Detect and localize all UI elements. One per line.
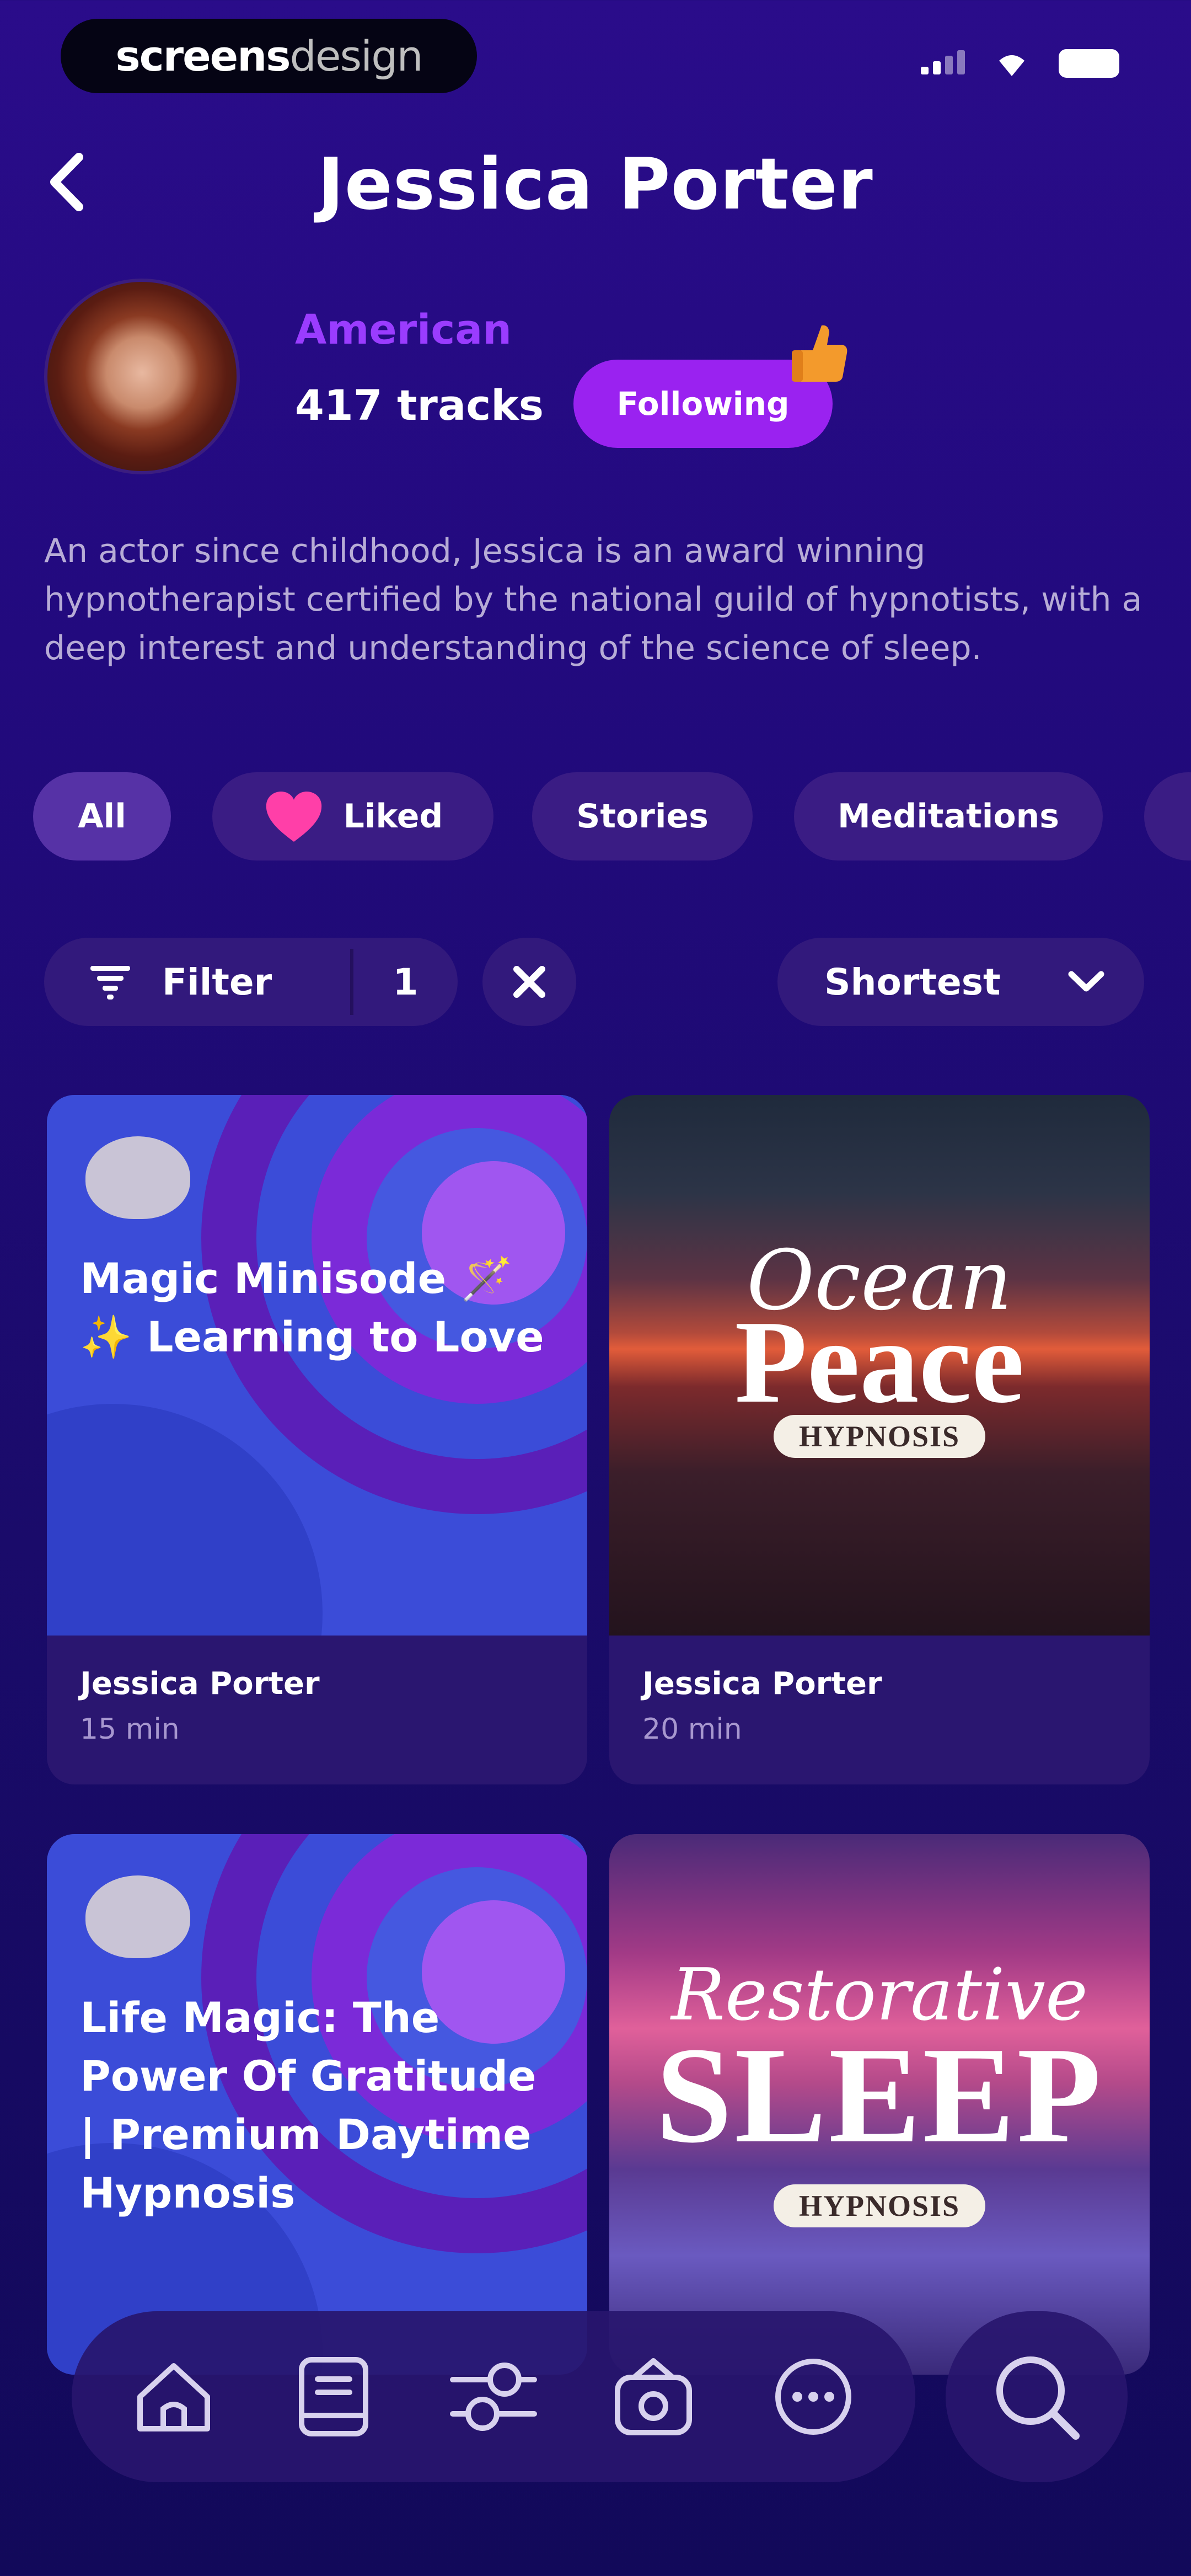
nav-more[interactable] — [761, 2344, 866, 2449]
radio-icon — [615, 2358, 692, 2435]
filter-count: 1 — [393, 960, 419, 1003]
avatar — [44, 279, 240, 474]
track-card[interactable]: Life Magic: The Power Of Gratitude | Pre… — [47, 1834, 587, 2375]
chip-stories[interactable]: Stories — [532, 772, 753, 861]
chip-all[interactable]: All — [33, 772, 171, 861]
track-card[interactable]: Magic Minisode 🪄 ✨ Learning to Love Jess… — [47, 1095, 587, 1784]
track-title: Magic Minisode 🪄 ✨ Learning to Love — [80, 1254, 544, 1361]
poster-title: SLEEP — [656, 2019, 1103, 2172]
brand-thin: design — [289, 31, 423, 81]
track-card[interactable]: Ocean Peace HYPNOSIS Jessica Porter 20 m… — [609, 1095, 1150, 1784]
cloud-icon — [85, 1875, 190, 1958]
track-duration: 20 min — [642, 1713, 742, 1746]
nav-mixer[interactable] — [441, 2344, 546, 2449]
track-artwork: Restorative SLEEP HYPNOSIS — [609, 1834, 1150, 2375]
chip-label: Stories — [576, 797, 709, 836]
heart-icon — [266, 791, 321, 842]
page-title: Jessica Porter — [318, 143, 873, 226]
track-count: 417 tracks — [295, 381, 544, 430]
track-info: Jessica Porter 20 min — [609, 1636, 1150, 1784]
chip-more[interactable] — [1144, 772, 1191, 861]
sort-select[interactable]: Shortest — [777, 938, 1144, 1026]
more-icon — [775, 2359, 851, 2435]
bottom-nav — [72, 2311, 915, 2482]
filter-label: Filter — [162, 960, 272, 1003]
chevron-down-icon — [1068, 971, 1104, 992]
track-info: Jessica Porter 15 min — [47, 1636, 587, 1784]
nav-library[interactable] — [281, 2344, 386, 2449]
home-icon — [137, 2363, 210, 2431]
track-title: Life Magic: The Power Of Gratitude | Pre… — [80, 1993, 537, 2217]
track-card[interactable]: Restorative SLEEP HYPNOSIS — [609, 1834, 1150, 2375]
chip-meditations[interactable]: Meditations — [794, 772, 1103, 861]
chip-label: Liked — [343, 797, 443, 836]
thumbs-up-icon — [792, 325, 847, 382]
poster-badge: HYPNOSIS — [773, 2184, 986, 2227]
narrator-bio: An actor since childhood, Jessica is an … — [44, 532, 1142, 667]
battery-icon — [1059, 49, 1119, 78]
track-author: Jessica Porter — [642, 1666, 882, 1702]
narrator-nationality: American — [295, 306, 512, 354]
wifi-icon — [999, 55, 1024, 76]
chip-label: All — [78, 797, 126, 836]
library-icon — [299, 2357, 368, 2436]
poster-title: Peace — [734, 1296, 1024, 1428]
cellular-signal-icon — [921, 50, 965, 74]
nav-home[interactable] — [121, 2344, 226, 2449]
search-icon — [996, 2356, 1080, 2440]
status-icons — [921, 49, 1119, 78]
search-button[interactable] — [946, 2311, 1128, 2482]
clear-filter-button[interactable] — [482, 938, 576, 1026]
chip-liked[interactable]: Liked — [212, 772, 493, 861]
close-icon — [513, 966, 545, 998]
track-artwork: Life Magic: The Power Of Gratitude | Pre… — [47, 1834, 587, 2375]
nav-radio[interactable] — [601, 2344, 706, 2449]
brand-bold: screens — [115, 31, 291, 81]
track-artwork: Ocean Peace HYPNOSIS — [609, 1095, 1150, 1636]
poster-badge: HYPNOSIS — [773, 1415, 986, 1458]
filter-group: Filter 1 — [44, 938, 458, 1026]
sliders-icon — [450, 2363, 537, 2431]
filter-button[interactable]: Filter — [44, 938, 350, 1026]
brand-logo: screens design — [61, 19, 477, 93]
filter-icon — [90, 966, 130, 1000]
track-duration: 15 min — [80, 1713, 180, 1746]
following-label: Following — [616, 385, 790, 423]
chip-label: Meditations — [838, 797, 1059, 836]
track-author: Jessica Porter — [80, 1666, 320, 1702]
sort-value: Shortest — [824, 960, 1001, 1003]
track-artwork: Magic Minisode 🪄 ✨ Learning to Love — [47, 1095, 587, 1636]
cloud-icon — [85, 1136, 190, 1219]
